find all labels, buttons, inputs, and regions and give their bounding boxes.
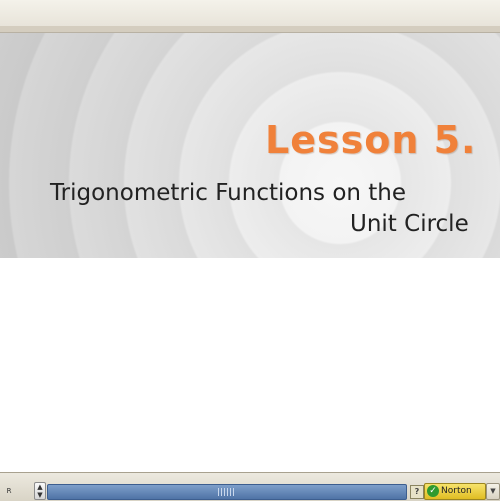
presentation-slide: Lesson 5. Trigonometric Functions on the…	[0, 32, 500, 473]
norton-check-icon: ✓	[427, 485, 439, 497]
status-left-label: R	[6, 487, 12, 495]
norton-label: Norton	[441, 486, 472, 496]
spin-down-arrow[interactable]: ▼	[35, 491, 45, 499]
chevron-down-icon[interactable]: ▼	[486, 483, 500, 500]
horizontal-scrollbar[interactable]	[47, 484, 407, 500]
spinner-icon[interactable]: ▲ ▼	[34, 482, 46, 500]
scrollbar-grip[interactable]	[218, 488, 236, 496]
slide-header-banner: Lesson 5. Trigonometric Functions on the…	[0, 33, 500, 258]
info-icon[interactable]: ?	[410, 485, 424, 499]
norton-security-button[interactable]: ✓ Norton	[424, 483, 486, 500]
slide-body	[0, 258, 500, 473]
slide-subtitle-line2: Unit Circle	[350, 211, 469, 237]
window-top-strip	[0, 0, 500, 27]
spin-up-arrow[interactable]: ▲	[35, 483, 45, 491]
slide-title: Lesson 5.	[265, 118, 477, 162]
slide-subtitle-line1: Trigonometric Functions on the	[50, 180, 407, 206]
